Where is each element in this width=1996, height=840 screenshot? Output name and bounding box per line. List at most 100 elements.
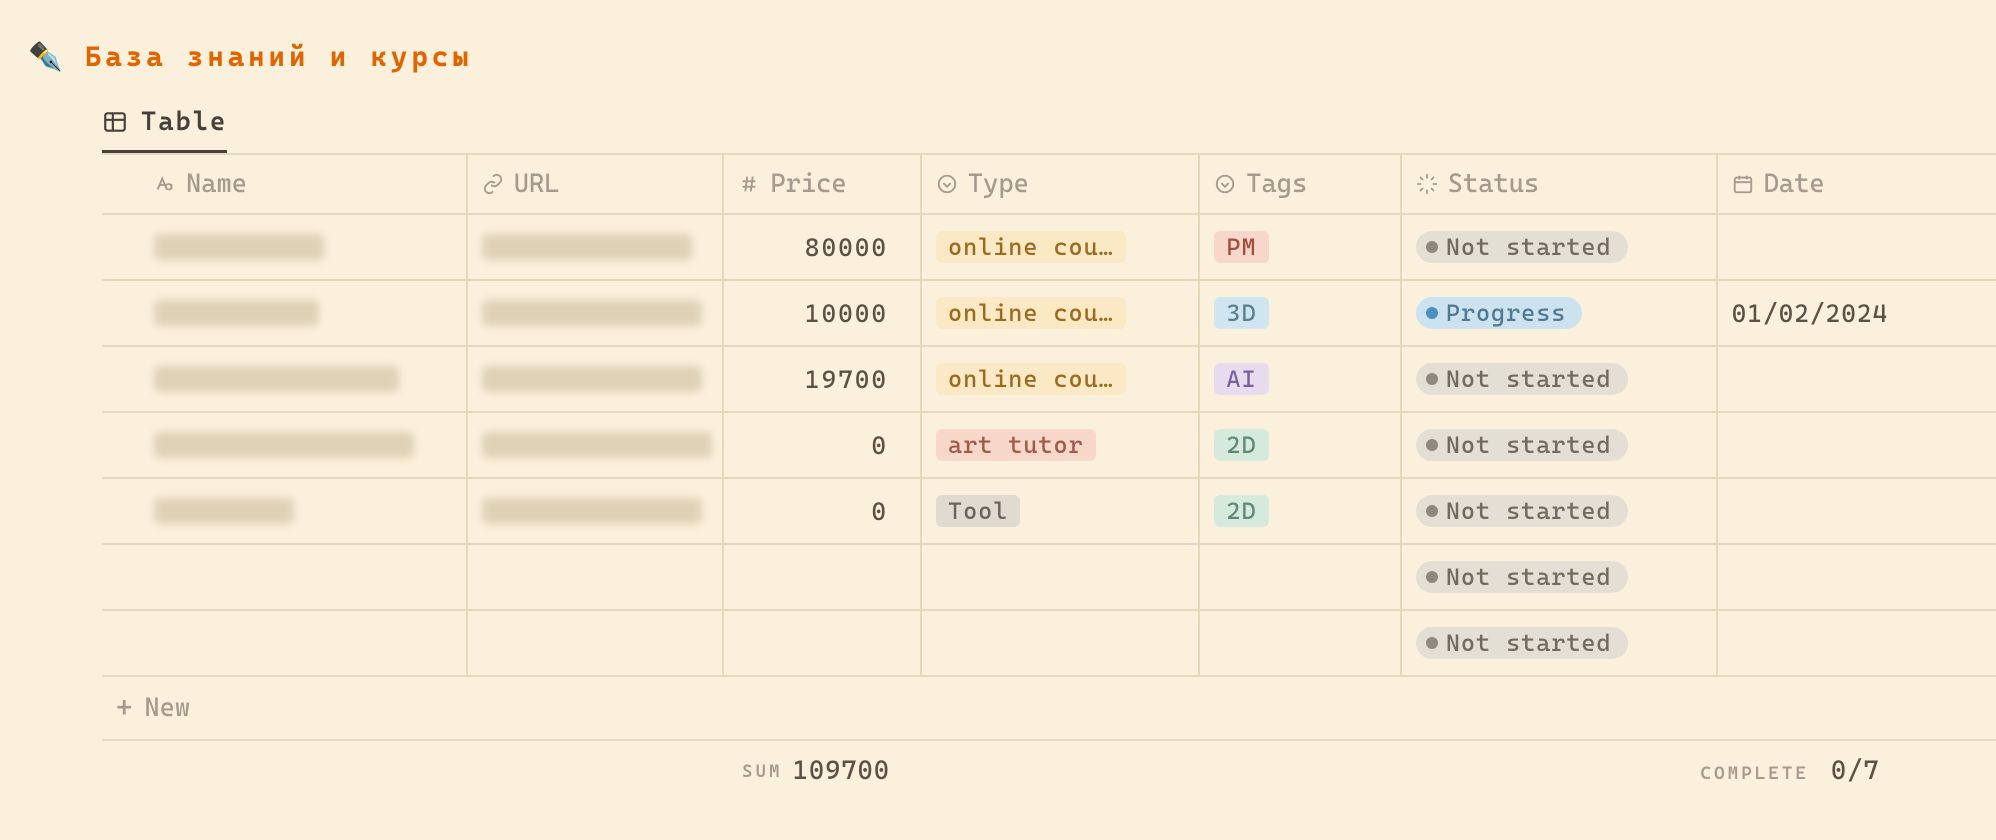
status-dot-icon — [1426, 307, 1438, 319]
type-pill-label: art tutor — [948, 431, 1084, 459]
tab-table[interactable]: Table — [102, 107, 227, 153]
select-icon — [936, 173, 958, 195]
table-header-row: Name URL Price Type Tags Status Date — [102, 155, 1996, 215]
pen-icon: ✒️ — [28, 43, 63, 71]
table-row[interactable]: 10000 online cou… 3D Progress 01/02/2024 — [102, 281, 1996, 347]
status-dot-icon — [1426, 571, 1438, 583]
status-dot-icon — [1426, 373, 1438, 385]
tag-pill-label: 3D — [1226, 299, 1256, 327]
column-header-label: Status — [1448, 169, 1539, 199]
footer-sum-label: SUM — [742, 761, 783, 782]
type-pill[interactable]: online cou… — [936, 231, 1126, 263]
cell-date[interactable]: 01/02/2024 — [1732, 299, 1888, 328]
status-pill-label: Not started — [1446, 497, 1612, 525]
tag-pill-label: PM — [1226, 233, 1256, 261]
type-pill-label: online cou… — [948, 365, 1114, 393]
tag-pill-label: 2D — [1226, 497, 1256, 525]
tag-pill-label: 2D — [1226, 431, 1256, 459]
status-pill[interactable]: Not started — [1416, 561, 1628, 593]
cell-url-redacted[interactable] — [482, 234, 692, 260]
page-title[interactable]: База знаний и курсы — [85, 40, 473, 73]
tab-label: Table — [141, 107, 227, 137]
status-pill-label: Progress — [1446, 299, 1567, 327]
status-pill[interactable]: Not started — [1416, 231, 1628, 263]
table-row[interactable]: Not started — [102, 545, 1996, 611]
cell-name-redacted[interactable] — [154, 432, 414, 458]
cell-name-redacted[interactable] — [154, 498, 294, 524]
column-header-label: Type — [968, 169, 1029, 199]
column-header-label: Price — [770, 169, 846, 199]
select-icon — [1214, 173, 1236, 195]
type-pill[interactable]: online cou… — [936, 297, 1126, 329]
cell-name-redacted[interactable] — [154, 300, 319, 326]
status-pill-label: Not started — [1446, 431, 1612, 459]
cell-url-redacted[interactable] — [482, 432, 712, 458]
status-pill[interactable]: Not started — [1416, 627, 1628, 659]
type-pill[interactable]: online cou… — [936, 363, 1126, 395]
column-header-name[interactable]: Name — [154, 169, 247, 199]
column-header-date[interactable]: Date — [1732, 169, 1825, 199]
type-pill-label: online cou… — [948, 233, 1114, 261]
cell-url-redacted[interactable] — [482, 498, 702, 524]
column-header-label: URL — [514, 169, 560, 199]
link-icon — [482, 173, 504, 195]
table-footer-row: SUM 109700 COMPLETE 0/7 — [102, 741, 1996, 801]
view-tabs: Table — [102, 107, 1996, 153]
status-dot-icon — [1426, 241, 1438, 253]
cell-price[interactable]: 10000 — [805, 299, 888, 328]
tag-pill[interactable]: PM — [1214, 231, 1268, 263]
column-header-type[interactable]: Type — [936, 169, 1029, 199]
cell-name-redacted[interactable] — [154, 234, 324, 260]
cell-price[interactable]: 0 — [871, 431, 888, 460]
status-pill-label: Not started — [1446, 233, 1612, 261]
table-row[interactable]: Not started — [102, 611, 1996, 677]
cell-url-redacted[interactable] — [482, 300, 702, 326]
tag-pill[interactable]: 2D — [1214, 495, 1268, 527]
column-header-price[interactable]: Price — [738, 169, 846, 199]
cell-price[interactable]: 80000 — [805, 233, 888, 262]
table-row[interactable]: 80000 online cou… PM Not started — [102, 215, 1996, 281]
footer-sum-value: 109700 — [793, 756, 890, 786]
column-header-tags[interactable]: Tags — [1214, 169, 1307, 199]
plus-icon: + — [116, 694, 132, 722]
database-table: Name URL Price Type Tags Status Date 800… — [102, 153, 1996, 801]
status-dot-icon — [1426, 439, 1438, 451]
tag-pill[interactable]: AI — [1214, 363, 1268, 395]
page-header: ✒️ База знаний и курсы — [28, 40, 1996, 73]
table-row[interactable]: 0 Tool 2D Not started — [102, 479, 1996, 545]
footer-sum-cell[interactable]: SUM 109700 — [724, 741, 922, 801]
calendar-icon — [1732, 173, 1754, 195]
status-dot-icon — [1426, 637, 1438, 649]
tag-pill-label: AI — [1226, 365, 1256, 393]
type-pill-label: Tool — [948, 497, 1008, 525]
cell-price[interactable]: 19700 — [805, 365, 888, 394]
status-pill-label: Not started — [1446, 563, 1612, 591]
tag-pill[interactable]: 2D — [1214, 429, 1268, 461]
status-pill-label: Not started — [1446, 629, 1612, 657]
status-pill-label: Not started — [1446, 365, 1612, 393]
add-row-button[interactable]: + New — [102, 677, 1996, 741]
table-row[interactable]: 19700 online cou… AI Not started — [102, 347, 1996, 413]
table-icon — [102, 109, 128, 135]
cell-url-redacted[interactable] — [482, 366, 702, 392]
status-dot-icon — [1426, 505, 1438, 517]
column-header-status[interactable]: Status — [1416, 169, 1539, 199]
tag-pill[interactable]: 3D — [1214, 297, 1268, 329]
table-row[interactable]: 0 art tutor 2D Not started — [102, 413, 1996, 479]
type-pill[interactable]: art tutor — [936, 429, 1096, 461]
column-header-url[interactable]: URL — [482, 169, 560, 199]
column-header-label: Name — [186, 169, 247, 199]
status-pill[interactable]: Progress — [1416, 297, 1583, 329]
column-header-label: Tags — [1246, 169, 1307, 199]
number-icon — [738, 173, 760, 195]
status-pill[interactable]: Not started — [1416, 429, 1628, 461]
title-prop-icon — [154, 173, 176, 195]
column-header-label: Date — [1764, 169, 1825, 199]
cell-price[interactable]: 0 — [871, 497, 888, 526]
type-pill[interactable]: Tool — [936, 495, 1020, 527]
status-pill[interactable]: Not started — [1416, 495, 1628, 527]
cell-name-redacted[interactable] — [154, 366, 399, 392]
add-row-label: New — [144, 693, 190, 723]
status-icon — [1416, 173, 1438, 195]
status-pill[interactable]: Not started — [1416, 363, 1628, 395]
